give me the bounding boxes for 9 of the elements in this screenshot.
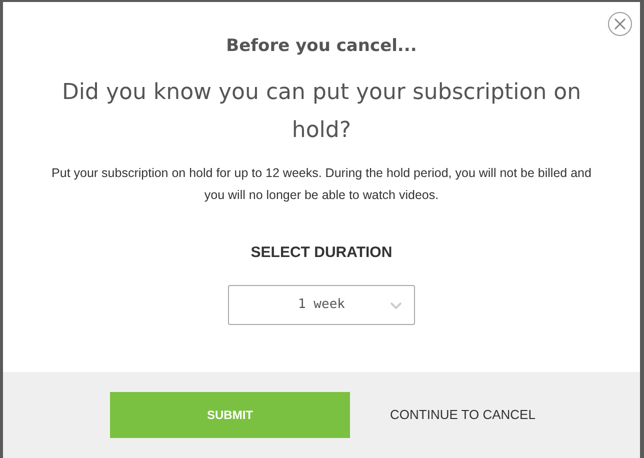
close-icon (614, 18, 626, 30)
dialog-heading: Before you cancel... (225, 36, 418, 56)
chevron-down-icon (390, 302, 402, 310)
duration-select[interactable]: 1 week (228, 284, 415, 325)
description-text: Put your subscription on hold for up to 12 weeks. During the hold period, you will not be billed and you will no longer be able to watch videos. (50, 165, 592, 204)
continue-to-cancel-link[interactable]: CONTINUE TO CANCEL (390, 405, 536, 425)
close-button[interactable] (608, 12, 632, 36)
question-text: Did you know you can put your subscription on hold? (62, 79, 582, 146)
duration-label: SELECT DURATION (250, 243, 394, 264)
